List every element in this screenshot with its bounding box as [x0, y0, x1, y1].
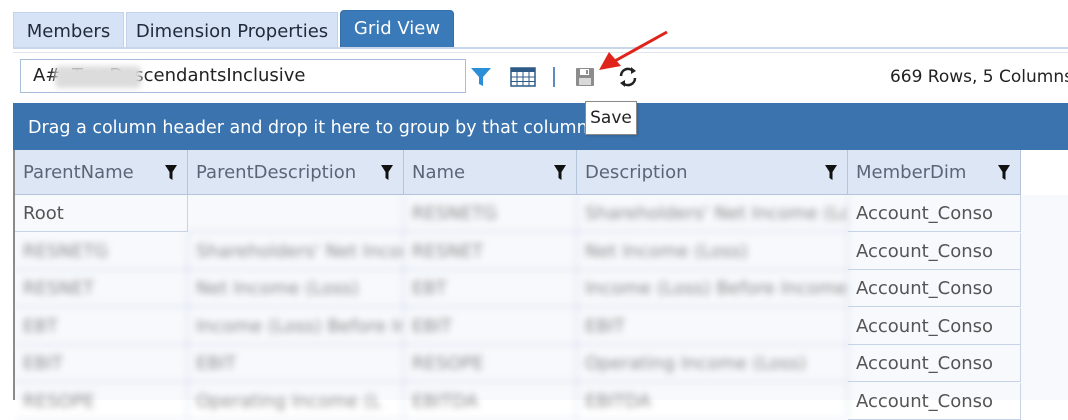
- column-filter-icon[interactable]: [165, 165, 177, 181]
- column-filter-icon[interactable]: [554, 165, 566, 181]
- grid-cell[interactable]: EBIT: [15, 345, 188, 382]
- grid-cell[interactable]: RESNET: [404, 232, 577, 270]
- column-header-label: Name: [412, 162, 466, 183]
- annotation-arrow-icon: [599, 30, 668, 70]
- grid-cell[interactable]: EBT: [15, 307, 188, 345]
- column-header-label: ParentName: [23, 162, 134, 183]
- grid-cell[interactable]: Income (Loss) Before Inc: [188, 307, 404, 345]
- grid-cell[interactable]: EBIT: [188, 345, 404, 382]
- column-filter-icon[interactable]: [998, 165, 1010, 181]
- filter-icon[interactable]: [469, 65, 493, 89]
- grid-cell[interactable]: Account_Conso: [848, 307, 1021, 345]
- tab-grid-view[interactable]: Grid View: [340, 10, 454, 48]
- tab-dimension-properties[interactable]: Dimension Properties: [126, 12, 338, 48]
- grid-cell[interactable]: EBIT: [404, 307, 577, 345]
- save-tooltip: Save: [585, 101, 637, 135]
- grid-cell[interactable]: EBIT: [577, 307, 848, 345]
- toolbar-separator: [553, 67, 555, 87]
- grid-cell[interactable]: EBITDA: [577, 382, 848, 420]
- grid-cell[interactable]: RESOPE: [15, 382, 188, 420]
- row-count: 669 Rows, 5 Columns: [889, 67, 1068, 87]
- grid-cell[interactable]: Account_Conso: [848, 345, 1021, 382]
- column-header-description[interactable]: Description: [577, 150, 848, 195]
- grid-cell[interactable]: Operating Income (L: [188, 382, 404, 420]
- grid-cell[interactable]: EBITDA: [404, 382, 577, 420]
- column-filter-icon[interactable]: [825, 165, 837, 181]
- grid-cell[interactable]: RESNET: [15, 270, 188, 307]
- grid-cell[interactable]: EBT: [404, 270, 577, 307]
- grid-cell[interactable]: Account_Conso: [848, 232, 1021, 270]
- column-header-memberdim[interactable]: MemberDim: [848, 150, 1021, 195]
- grid-cell[interactable]: RESNETG: [15, 232, 188, 270]
- grid-cell[interactable]: Shareholders' Net Incom: [188, 232, 404, 270]
- grid-cell[interactable]: [188, 195, 404, 232]
- column-header-label: MemberDim: [856, 162, 967, 183]
- column-header-parentdescription[interactable]: ParentDescription: [188, 150, 404, 195]
- data-grid: ParentName ParentDescription Name Descri…: [15, 150, 1068, 420]
- grid-cell[interactable]: Account_Conso: [848, 270, 1021, 307]
- grid-cell[interactable]: Account_Conso: [848, 195, 1021, 232]
- column-filter-icon[interactable]: [381, 165, 393, 181]
- grid-cell[interactable]: RESNETG: [404, 195, 577, 232]
- grid-cell[interactable]: Account_Conso: [848, 382, 1021, 420]
- grid-cell[interactable]: RESOPE: [404, 345, 577, 382]
- grid-cell[interactable]: Net Income (Loss): [577, 232, 848, 270]
- group-by-drop-area[interactable]: Drag a column header and drop it here to…: [13, 103, 1068, 150]
- toolbar: A# .TreeDescendantsInclusive 669 Rows, 5…: [13, 52, 1068, 99]
- column-header-name[interactable]: Name: [404, 150, 577, 195]
- column-header-label: ParentDescription: [196, 162, 357, 183]
- redacted-text: [55, 66, 141, 88]
- grid-cell[interactable]: Operating Income (Loss): [577, 345, 848, 382]
- grid-icon[interactable]: [510, 65, 536, 89]
- grid-cell[interactable]: Income (Loss) Before Income Taxes: [577, 270, 848, 307]
- grid-cell[interactable]: Net Income (Loss): [188, 270, 404, 307]
- column-header-parentname[interactable]: ParentName: [15, 150, 188, 195]
- tab-members[interactable]: Members: [13, 12, 124, 48]
- grid-cell[interactable]: Root: [15, 195, 188, 232]
- grid-cell[interactable]: Shareholders' Net Income (Loss): [577, 195, 848, 232]
- column-header-label: Description: [585, 162, 688, 183]
- save-icon[interactable]: [573, 65, 597, 89]
- tab-divider: [13, 47, 1068, 49]
